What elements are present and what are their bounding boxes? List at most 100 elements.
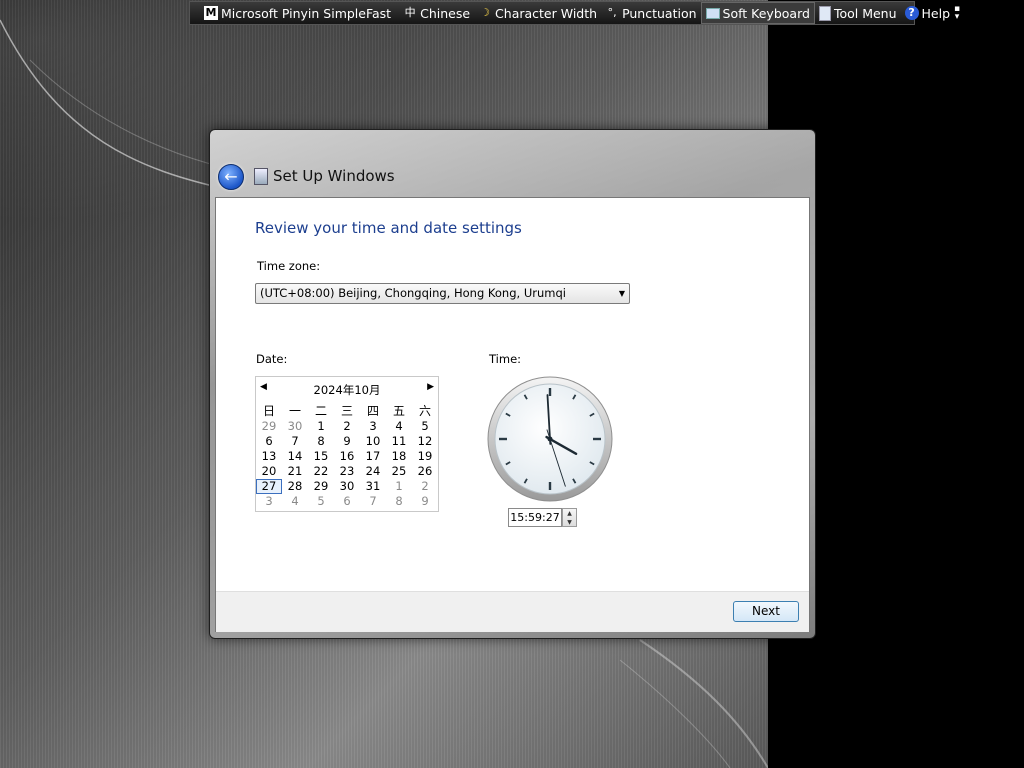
window-title: Set Up Windows xyxy=(273,167,395,185)
back-arrow-icon: ← xyxy=(224,167,238,186)
character-width-label: Character Width xyxy=(495,5,598,21)
calendar-day-outside[interactable]: 30 xyxy=(282,419,308,434)
calendar-day[interactable]: 3 xyxy=(360,419,386,434)
calendar-day[interactable]: 9 xyxy=(334,434,360,449)
calendar-day[interactable]: 25 xyxy=(386,464,412,479)
calendar-week: 29 30 1 2 3 4 5 xyxy=(256,419,438,434)
calendar-day[interactable]: 11 xyxy=(386,434,412,449)
ime-selector[interactable]: M Microsoft Pinyin SimpleFast xyxy=(200,3,395,23)
language-bar: M Microsoft Pinyin SimpleFast 中 Chinese … xyxy=(189,1,960,25)
calendar-day[interactable]: 13 xyxy=(256,449,282,464)
calendar-grid: 日一二三四五六 29 30 1 2 3 4 5 6 7 8 9 10 11 12 13 14 15 16 17 18 19… xyxy=(256,404,438,509)
weekday-label: 六 xyxy=(418,404,431,418)
calendar-week: 13 14 15 16 17 18 19 xyxy=(256,449,438,464)
tool-menu-button[interactable]: Tool Menu xyxy=(815,3,901,23)
calendar-day-outside[interactable]: 8 xyxy=(386,494,412,509)
weekday-label: 四 xyxy=(366,404,379,418)
calendar-day[interactable]: 30 xyxy=(334,479,360,494)
calendar-week: 6 7 8 9 10 11 12 xyxy=(256,434,438,449)
tool-menu-icon xyxy=(818,5,831,21)
help-button[interactable]: ? Help xyxy=(901,3,955,23)
calendar-day[interactable]: 27 xyxy=(256,479,282,494)
calendar-day-outside[interactable]: 4 xyxy=(282,494,308,509)
calendar-day[interactable]: 4 xyxy=(386,419,412,434)
calendar-day[interactable]: 22 xyxy=(308,464,334,479)
calendar-day[interactable]: 2 xyxy=(334,419,360,434)
m-icon: M xyxy=(204,6,218,20)
calendar-day[interactable]: 16 xyxy=(334,449,360,464)
calendar-day[interactable]: 18 xyxy=(386,449,412,464)
dropdown-arrow-icon: ▼ xyxy=(618,289,625,298)
calendar-day[interactable]: 17 xyxy=(360,449,386,464)
punctuation-button[interactable]: °, Punctuation xyxy=(601,3,700,23)
zhong-icon: 中 xyxy=(404,6,416,19)
footer-bar: Next xyxy=(216,591,809,632)
timezone-label: Time zone: xyxy=(257,259,321,273)
calendar-week: 3456789 xyxy=(256,494,438,509)
timezone-dropdown[interactable]: (UTC+08:00) Beijing, Chongqing, Hong Kon… xyxy=(255,283,630,304)
soft-keyboard-label: Soft Keyboard xyxy=(722,5,810,21)
calendar-day-outside[interactable]: 5 xyxy=(308,494,334,509)
punctuation-icon: °, xyxy=(607,6,617,19)
calendar-day-outside[interactable]: 29 xyxy=(256,419,282,434)
calendar-day[interactable]: 8 xyxy=(308,434,334,449)
character-width-button[interactable]: ☽ Character Width xyxy=(474,3,601,23)
calendar-day-outside[interactable]: 3 xyxy=(256,494,282,509)
weekday-label: 五 xyxy=(392,404,405,418)
weekday-label: 三 xyxy=(340,404,353,418)
soft-keyboard-button[interactable]: Soft Keyboard xyxy=(700,2,815,24)
calendar-day[interactable]: 23 xyxy=(334,464,360,479)
calendar-day[interactable]: 31 xyxy=(360,479,386,494)
spin-up-icon[interactable]: ▲ xyxy=(563,509,576,518)
calendar-day[interactable]: 12 xyxy=(412,434,438,449)
calendar-week: 20 21 22 23 24 25 26 xyxy=(256,464,438,479)
calendar-day-outside[interactable]: 7 xyxy=(360,494,386,509)
analog-clock xyxy=(487,376,613,502)
weekday-label: 日 xyxy=(262,404,275,418)
calendar-day[interactable]: 20 xyxy=(256,464,282,479)
setup-icon xyxy=(254,168,268,185)
weekday-header: 日一二三四五六 xyxy=(256,404,438,419)
weekday-label: 二 xyxy=(314,404,327,418)
time-label: Time: xyxy=(489,352,522,366)
calendar-day-outside[interactable]: 6 xyxy=(334,494,360,509)
page-heading: Review your time and date settings xyxy=(255,219,522,237)
language-bar-options-icon[interactable]: ▪ ▾ xyxy=(954,5,960,22)
keyboard-icon xyxy=(705,7,720,19)
time-input[interactable]: 15:59:27 xyxy=(508,508,562,527)
date-calendar[interactable]: ◀ 2024年10月 ▶ 日一二三四五六 29 30 1 2 3 4 5 6 7 8 9 10 11 12 1… xyxy=(255,376,439,512)
calendar-day[interactable]: 21 xyxy=(282,464,308,479)
calendar-day[interactable]: 19 xyxy=(412,449,438,464)
chinese-mode-button[interactable]: 中 Chinese xyxy=(399,3,474,23)
calendar-day[interactable]: 29 xyxy=(308,479,334,494)
calendar-day-outside[interactable]: 1 xyxy=(386,479,412,494)
calendar-day[interactable]: 26 xyxy=(412,464,438,479)
date-label: Date: xyxy=(256,352,288,366)
moon-icon: ☽ xyxy=(480,6,490,19)
next-month-icon[interactable]: ▶ xyxy=(427,382,434,392)
weekday-label: 一 xyxy=(288,404,301,418)
help-label: Help xyxy=(921,5,951,21)
calendar-day[interactable]: 10 xyxy=(360,434,386,449)
calendar-day[interactable]: 14 xyxy=(282,449,308,464)
time-spinner[interactable]: ▲ ▼ xyxy=(562,508,577,527)
calendar-day[interactable]: 6 xyxy=(256,434,282,449)
calendar-month-title[interactable]: 2024年10月 xyxy=(256,382,438,398)
help-icon: ? xyxy=(904,6,919,20)
calendar-day-outside[interactable]: 9 xyxy=(412,494,438,509)
calendar-day-outside[interactable]: 2 xyxy=(412,479,438,494)
calendar-week: 27 28 29 30 31 1 2 xyxy=(256,479,438,494)
calendar-day[interactable]: 7 xyxy=(282,434,308,449)
calendar-day[interactable]: 24 xyxy=(360,464,386,479)
calendar-day[interactable]: 15 xyxy=(308,449,334,464)
spin-down-icon[interactable]: ▼ xyxy=(563,518,576,527)
ime-label: Microsoft Pinyin SimpleFast xyxy=(221,5,392,21)
calendar-day[interactable]: 28 xyxy=(282,479,308,494)
calendar-day[interactable]: 5 xyxy=(412,419,438,434)
calendar-day[interactable]: 1 xyxy=(308,419,334,434)
punctuation-label: Punctuation xyxy=(622,5,697,21)
setup-window: ← Set Up Windows Review your time and da… xyxy=(209,129,816,639)
back-button[interactable]: ← xyxy=(218,164,244,190)
content-area: Review your time and date settings Time … xyxy=(215,197,810,632)
next-button[interactable]: Next xyxy=(733,601,799,622)
